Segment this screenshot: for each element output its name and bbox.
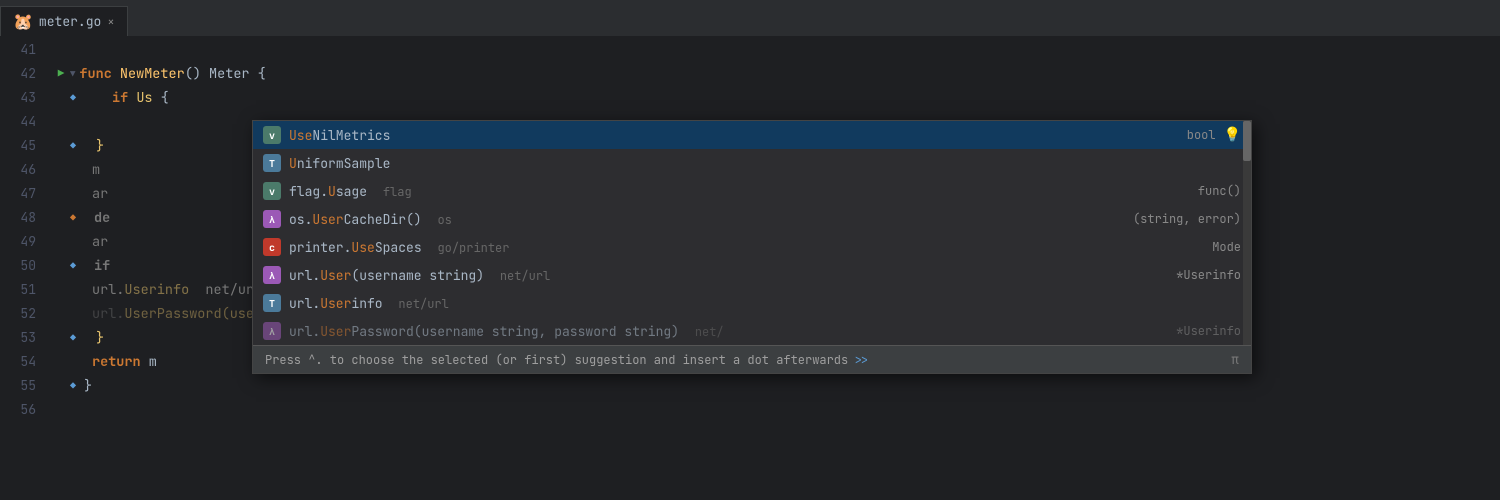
ac-type-5: *Userinfo xyxy=(1121,267,1241,283)
ac-scrollbar[interactable] xyxy=(1243,121,1251,345)
code-line-55: ◆ } xyxy=(52,374,1500,398)
ac-name-7: url.UserPassword(username string, passwo… xyxy=(289,323,1113,340)
line-num-52: 52 xyxy=(0,302,44,326)
ac-badge-7: λ xyxy=(263,322,281,340)
ac-name-2: flag.Usage flag xyxy=(289,183,1113,200)
run-arrow-icon: ▶ xyxy=(58,62,65,86)
ac-scrollbar-thumb xyxy=(1243,121,1251,161)
ac-name-4: printer.UseSpaces go/printer xyxy=(289,239,1113,256)
line-num-56: 56 xyxy=(0,398,44,422)
ac-badge-4: c xyxy=(263,238,281,256)
ac-badge-2: v xyxy=(263,182,281,200)
lightbulb-icon-0: 💡 xyxy=(1224,126,1241,144)
line-num-46: 46 xyxy=(0,158,44,182)
ac-item-4[interactable]: c printer.UseSpaces go/printer Mode xyxy=(253,233,1251,261)
ac-status-link[interactable]: >> xyxy=(854,352,868,368)
line-num-44: 44 xyxy=(0,110,44,134)
line-num-49: 49 xyxy=(0,230,44,254)
line-num-50: 50 xyxy=(0,254,44,278)
autocomplete-dropdown: v UseNilMetrics bool 💡 T UniformSample v xyxy=(252,120,1252,374)
ac-name-3: os.UserCacheDir() os xyxy=(289,211,1113,228)
ac-type-7: *Userinfo xyxy=(1121,323,1241,339)
code-line-43: ◆ if Us { xyxy=(52,86,1500,110)
line-num-42: 42 xyxy=(0,62,44,86)
bookmark-icon-55: ◆ xyxy=(70,374,76,398)
code-line-56 xyxy=(52,398,1500,422)
bookmark-icon-43: ◆ xyxy=(70,86,76,110)
line-num-54: 54 xyxy=(0,350,44,374)
ac-type-4: Mode xyxy=(1121,239,1241,255)
bookmark-icon-53: ◆ xyxy=(70,326,76,350)
line-num-55: 55 xyxy=(0,374,44,398)
ac-status-text: Press ^. to choose the selected (or firs… xyxy=(265,352,848,368)
line-num-41: 41 xyxy=(0,38,44,62)
fold-open-icon-42[interactable] xyxy=(70,62,75,86)
ac-item-5[interactable]: λ url.User(username string) net/url *Use… xyxy=(253,261,1251,289)
ac-name-6: url.Userinfo net/url xyxy=(289,295,1113,312)
ac-item-6[interactable]: T url.Userinfo net/url xyxy=(253,289,1251,317)
ac-item-7[interactable]: λ url.UserPassword(username string, pass… xyxy=(253,317,1251,345)
fold-gutter-42[interactable]: ▶ xyxy=(52,62,70,86)
ac-badge-3: λ xyxy=(263,210,281,228)
tab-close-button[interactable]: × xyxy=(107,14,114,30)
bookmark-icon-48: ◆ xyxy=(70,206,76,230)
ac-type-0: bool xyxy=(1096,127,1216,143)
bookmark-icon-45: ◆ xyxy=(70,134,76,158)
line-num-45: 45 xyxy=(0,134,44,158)
bookmark-icon-50: ◆ xyxy=(70,254,76,278)
editor-area: 41 42 43 44 45 46 47 48 49 50 51 52 53 5… xyxy=(0,36,1500,500)
go-file-icon: 🐹 xyxy=(13,11,33,32)
line-num-51: 51 xyxy=(0,278,44,302)
ac-status-bar: Press ^. to choose the selected (or firs… xyxy=(253,345,1251,373)
ac-name-1: UniformSample xyxy=(289,155,1113,172)
code-content: ▶ func NewMeter() Meter { ◆ if Us { ◆ } xyxy=(52,36,1500,500)
ac-badge-6: T xyxy=(263,294,281,312)
ac-badge-5: λ xyxy=(263,266,281,284)
tab-bar: 🐹 meter.go × xyxy=(0,0,1500,36)
ac-name-5: url.User(username string) net/url xyxy=(289,267,1113,284)
ac-item-3[interactable]: λ os.UserCacheDir() os (string, error) xyxy=(253,205,1251,233)
ac-type-2: func() xyxy=(1121,183,1241,199)
line-num-47: 47 xyxy=(0,182,44,206)
line-numbers-gutter: 41 42 43 44 45 46 47 48 49 50 51 52 53 5… xyxy=(0,36,52,500)
ac-name-0: UseNilMetrics xyxy=(289,127,1088,144)
line-num-53: 53 xyxy=(0,326,44,350)
tab-title: meter.go xyxy=(39,13,101,30)
line-num-48: 48 xyxy=(0,206,44,230)
tab-meter-go[interactable]: 🐹 meter.go × xyxy=(0,6,128,36)
ac-status-pi: π xyxy=(1231,351,1239,368)
ac-type-3: (string, error) xyxy=(1121,211,1241,227)
code-line-41 xyxy=(52,38,1500,62)
ac-item-2[interactable]: v flag.Usage flag func() xyxy=(253,177,1251,205)
ac-badge-0: v xyxy=(263,126,281,144)
ac-item-0[interactable]: v UseNilMetrics bool 💡 xyxy=(253,121,1251,149)
line-num-43: 43 xyxy=(0,86,44,110)
ac-badge-1: T xyxy=(263,154,281,172)
ac-item-1[interactable]: T UniformSample xyxy=(253,149,1251,177)
code-line-42: ▶ func NewMeter() Meter { xyxy=(52,62,1500,86)
